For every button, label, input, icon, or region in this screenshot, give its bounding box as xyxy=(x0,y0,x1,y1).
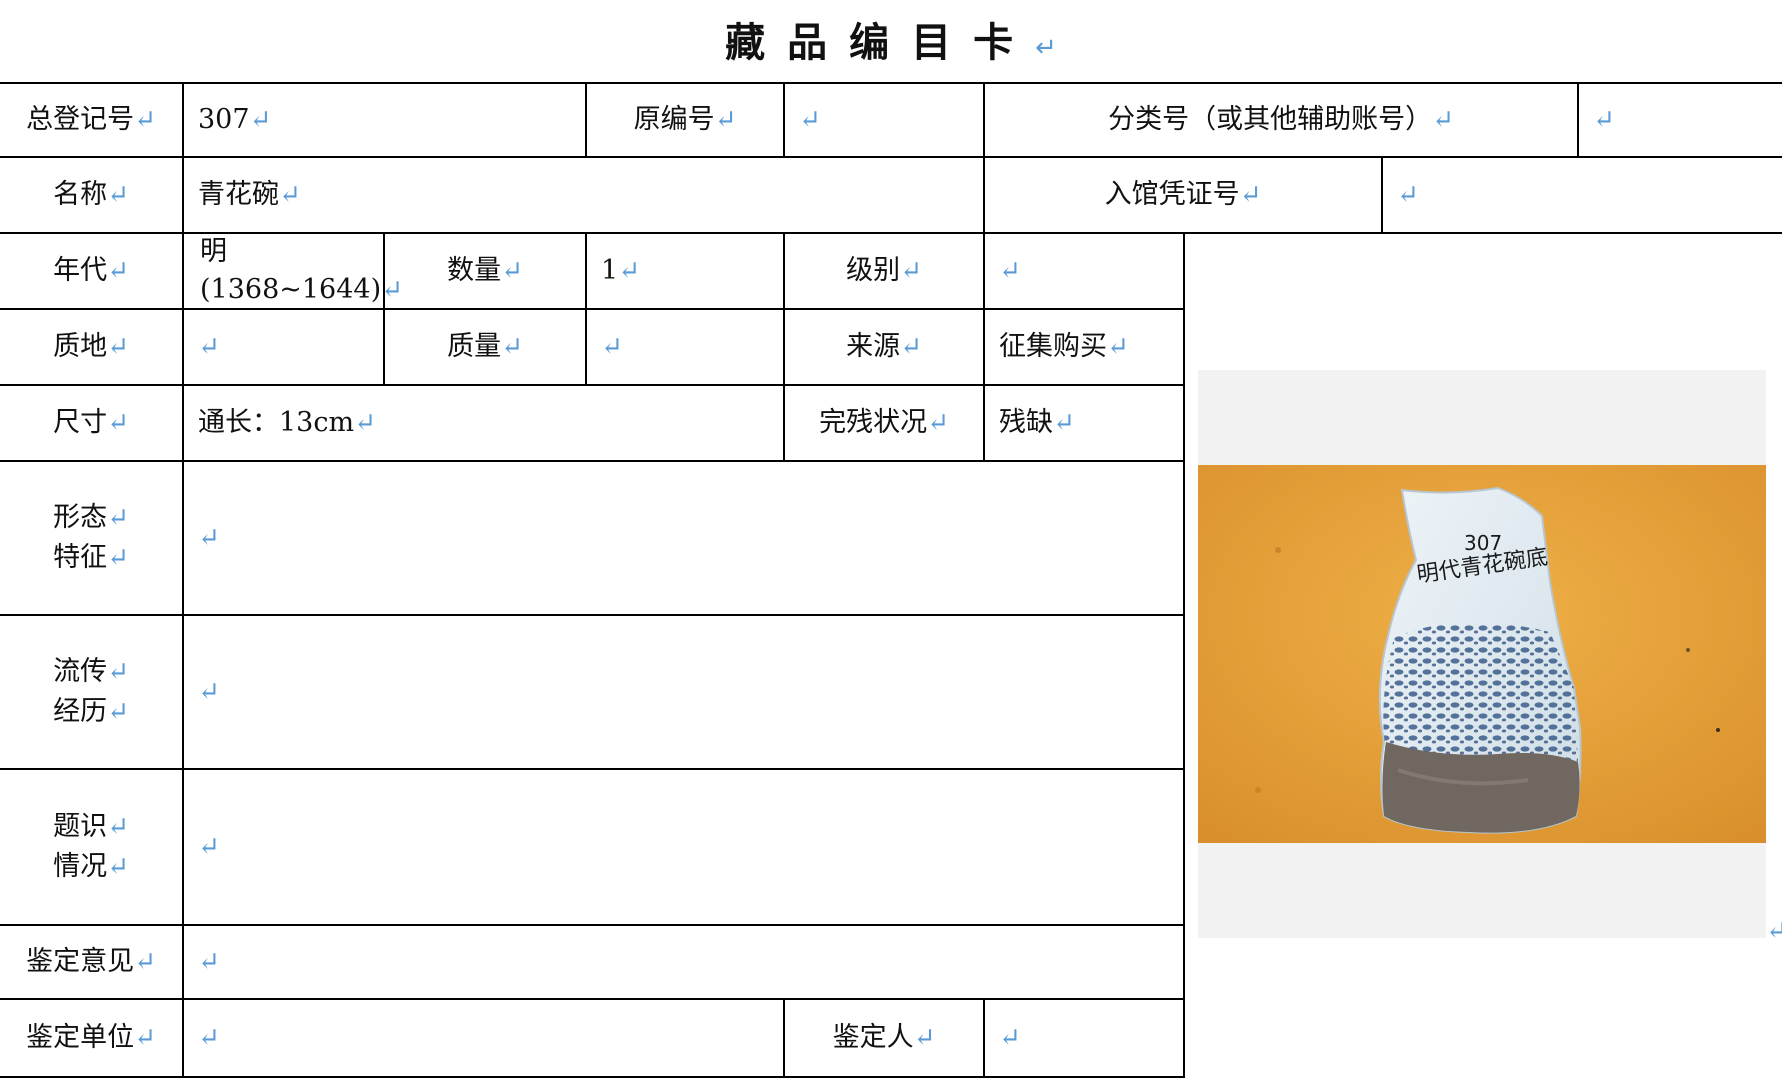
label-source: 来源 ↵ xyxy=(783,308,985,386)
artifact-photo: 307 明代青花碗底 xyxy=(1198,370,1766,938)
value-original-no[interactable]: ↵ xyxy=(783,82,985,158)
paragraph-mark-photo: ↵ xyxy=(1766,916,1782,946)
value-provenance[interactable]: ↵ xyxy=(182,614,1185,770)
label-registry-no: 总登记号 ↵ xyxy=(0,82,184,158)
value-quantity[interactable]: 1 ↵ xyxy=(585,232,785,310)
label-morphology: 形态↵ 特征↵ xyxy=(0,460,184,616)
label-condition: 完残状况 ↵ xyxy=(783,384,985,462)
value-condition[interactable]: 残缺 ↵ xyxy=(983,384,1185,462)
label-provenance: 流传↵ 经历↵ xyxy=(0,614,184,770)
value-source[interactable]: 征集购买 ↵ xyxy=(983,308,1185,386)
label-size: 尺寸 ↵ xyxy=(0,384,184,462)
value-name[interactable]: 青花碗 ↵ xyxy=(182,156,985,234)
label-material: 质地 ↵ xyxy=(0,308,184,386)
label-appraiser: 鉴定人 ↵ xyxy=(783,998,985,1078)
value-appraisal-unit[interactable]: ↵ xyxy=(182,998,785,1078)
value-grade[interactable]: ↵ xyxy=(983,232,1185,310)
value-morphology[interactable]: ↵ xyxy=(182,460,1185,616)
porcelain-shard-image: 307 明代青花碗底 xyxy=(1198,465,1766,843)
value-appraisal-opinion[interactable]: ↵ xyxy=(182,924,1185,1000)
value-weight[interactable]: ↵ xyxy=(585,308,785,386)
value-registry-no[interactable]: 307 ↵ xyxy=(182,82,587,158)
label-voucher-no: 入馆凭证号 ↵ xyxy=(983,156,1383,234)
label-name: 名称 ↵ xyxy=(0,156,184,234)
value-era[interactable]: 明 (1368~1644)↵ xyxy=(182,232,403,310)
label-inscription: 题识↵ 情况↵ xyxy=(0,768,184,926)
label-weight: 质量 ↵ xyxy=(383,308,587,386)
label-quantity: 数量 ↵ xyxy=(383,232,587,310)
label-appraisal-unit: 鉴定单位 ↵ xyxy=(0,998,184,1078)
card-title: 藏品编目卡↵ xyxy=(725,20,1057,66)
label-appraisal-opinion: 鉴定意见 ↵ xyxy=(0,924,184,1000)
label-original-no: 原编号 ↵ xyxy=(585,82,785,158)
value-inscription[interactable]: ↵ xyxy=(182,768,1185,926)
value-category-no[interactable]: ↵ xyxy=(1577,82,1782,158)
value-material[interactable]: ↵ xyxy=(182,308,385,386)
paragraph-mark: ↵ xyxy=(1035,33,1057,63)
label-era: 年代 ↵ xyxy=(0,232,184,310)
label-grade: 级别 ↵ xyxy=(783,232,985,310)
value-voucher-no[interactable]: ↵ xyxy=(1381,156,1782,234)
value-appraiser[interactable]: ↵ xyxy=(983,998,1185,1078)
value-size[interactable]: 通长：13cm ↵ xyxy=(182,384,785,462)
label-category-no: 分类号（或其他辅助账号） ↵ xyxy=(983,82,1579,158)
